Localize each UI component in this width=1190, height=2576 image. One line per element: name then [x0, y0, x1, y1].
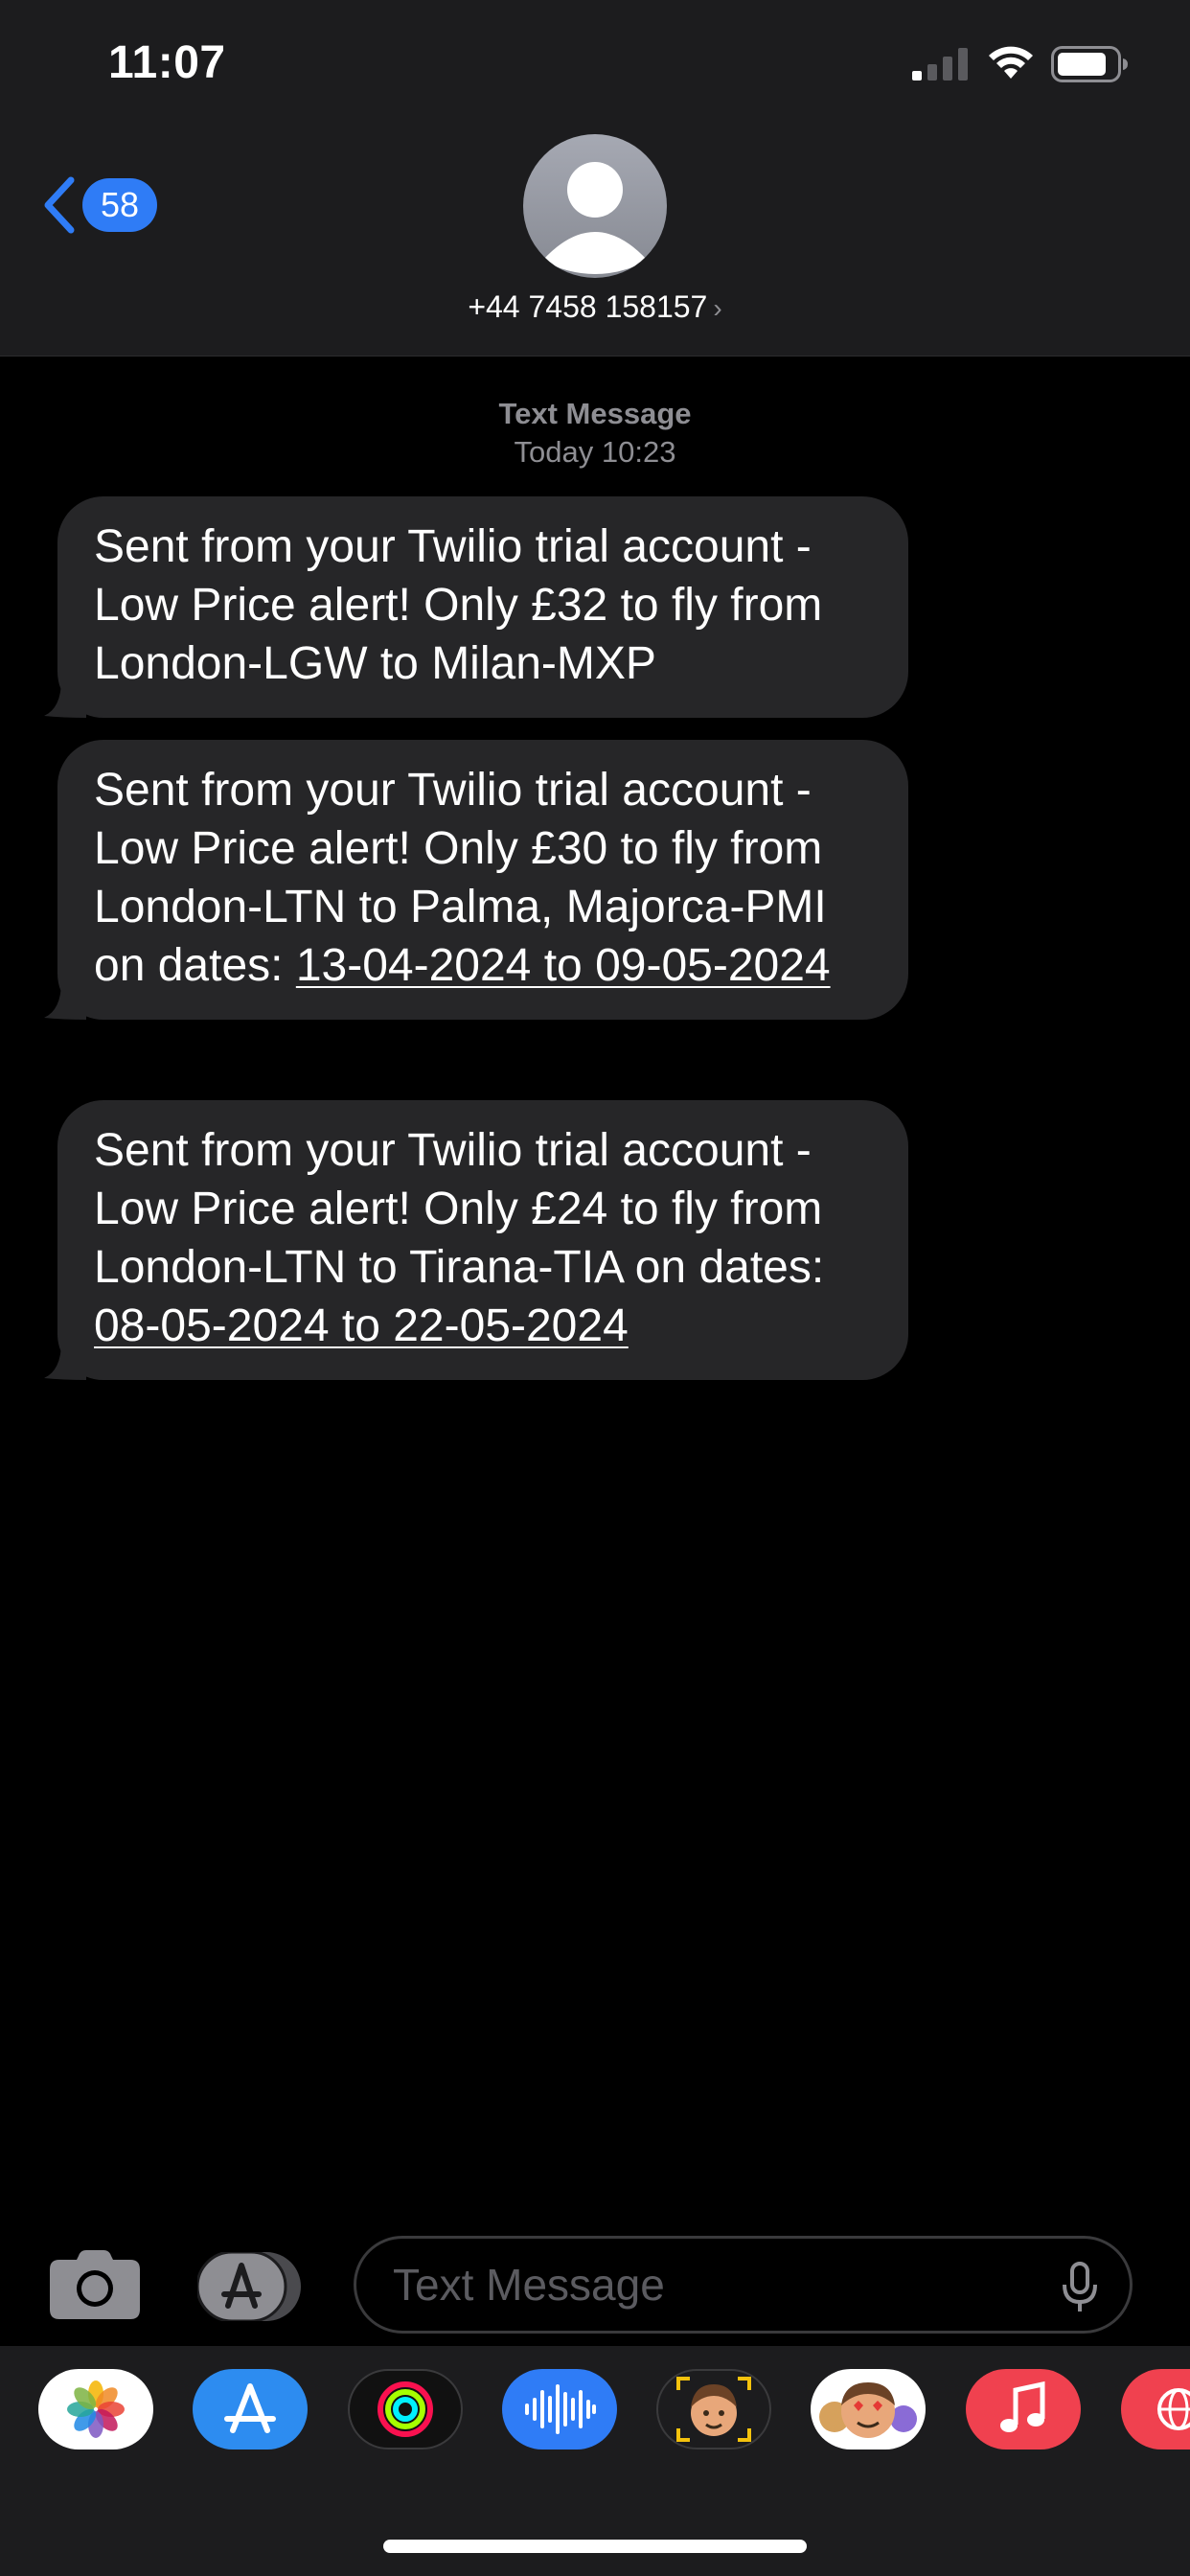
date-range-link[interactable]: 08-05-2024 to 22-05-2024 — [94, 1300, 629, 1351]
message-timestamp: Text Message Today 10:23 — [0, 395, 1190, 472]
contact-avatar[interactable] — [523, 134, 667, 278]
memoji-stickers-app-icon[interactable] — [811, 2369, 926, 2450]
timestamp-time: Today 10:23 — [514, 435, 676, 469]
camera-icon[interactable] — [50, 2250, 140, 2319]
app-store-apps-button[interactable] — [195, 2250, 305, 2326]
bubble-tail — [44, 981, 86, 1020]
activity-rings-icon — [378, 2381, 433, 2437]
app-store-app-icon[interactable] — [193, 2369, 308, 2450]
activity-app-icon[interactable] — [348, 2369, 463, 2450]
chevron-left-icon — [44, 176, 75, 234]
app-store-a-icon — [224, 2383, 276, 2433]
contact-name: +44 7458 158157 — [468, 289, 708, 324]
back-button[interactable]: 58 — [42, 174, 157, 236]
message-text: Sent from your Twilio trial account - Lo… — [94, 521, 823, 689]
bubble-tail — [44, 679, 86, 718]
music-note-icon — [1000, 2380, 1045, 2432]
waveform-icon — [525, 2384, 596, 2434]
memoji-face-icon — [676, 2377, 751, 2442]
message-bubble[interactable]: Sent from your Twilio trial account - Lo… — [44, 740, 908, 1020]
battery-icon — [1051, 46, 1128, 82]
bubble-tail — [44, 1342, 86, 1380]
web-search-app-icon[interactable] — [1121, 2369, 1190, 2450]
timestamp-label: Text Message — [498, 397, 692, 430]
chevron-right-icon: › — [713, 293, 722, 323]
globe-icon — [1157, 2388, 1190, 2430]
audio-message-app-icon[interactable] — [502, 2369, 617, 2450]
memoji-app-icon[interactable] — [656, 2369, 771, 2450]
unread-count-badge: 58 — [82, 178, 157, 232]
home-indicator[interactable] — [383, 2540, 807, 2553]
memoji-stickers-icon — [819, 2382, 917, 2438]
status-time: 11:07 — [108, 37, 226, 88]
date-range-link[interactable]: 13-04-2024 to 09-05-2024 — [296, 940, 831, 991]
microphone-icon[interactable] — [1063, 2262, 1097, 2313]
contact-name-button[interactable]: +44 7458 158157 › — [0, 289, 1190, 325]
cellular-signal-icon — [912, 48, 968, 80]
music-app-icon[interactable] — [966, 2369, 1081, 2450]
input-placeholder: Text Message — [393, 2260, 665, 2310]
message-bubble[interactable]: Sent from your Twilio trial account - Lo… — [44, 1100, 908, 1380]
message-text: Sent from your Twilio trial account - Lo… — [94, 1125, 825, 1293]
message-input[interactable]: Text Message — [354, 2236, 1133, 2334]
photos-app-icon[interactable] — [38, 2369, 153, 2450]
app-store-icon — [195, 2250, 301, 2323]
message-bubble[interactable]: Sent from your Twilio trial account - Lo… — [44, 496, 908, 718]
photos-flower-icon — [67, 2380, 125, 2438]
wifi-icon — [989, 46, 1033, 79]
person-silhouette-icon — [542, 162, 648, 274]
conversation-header: 11:07 58 +44 7458 158157 › — [0, 0, 1190, 356]
